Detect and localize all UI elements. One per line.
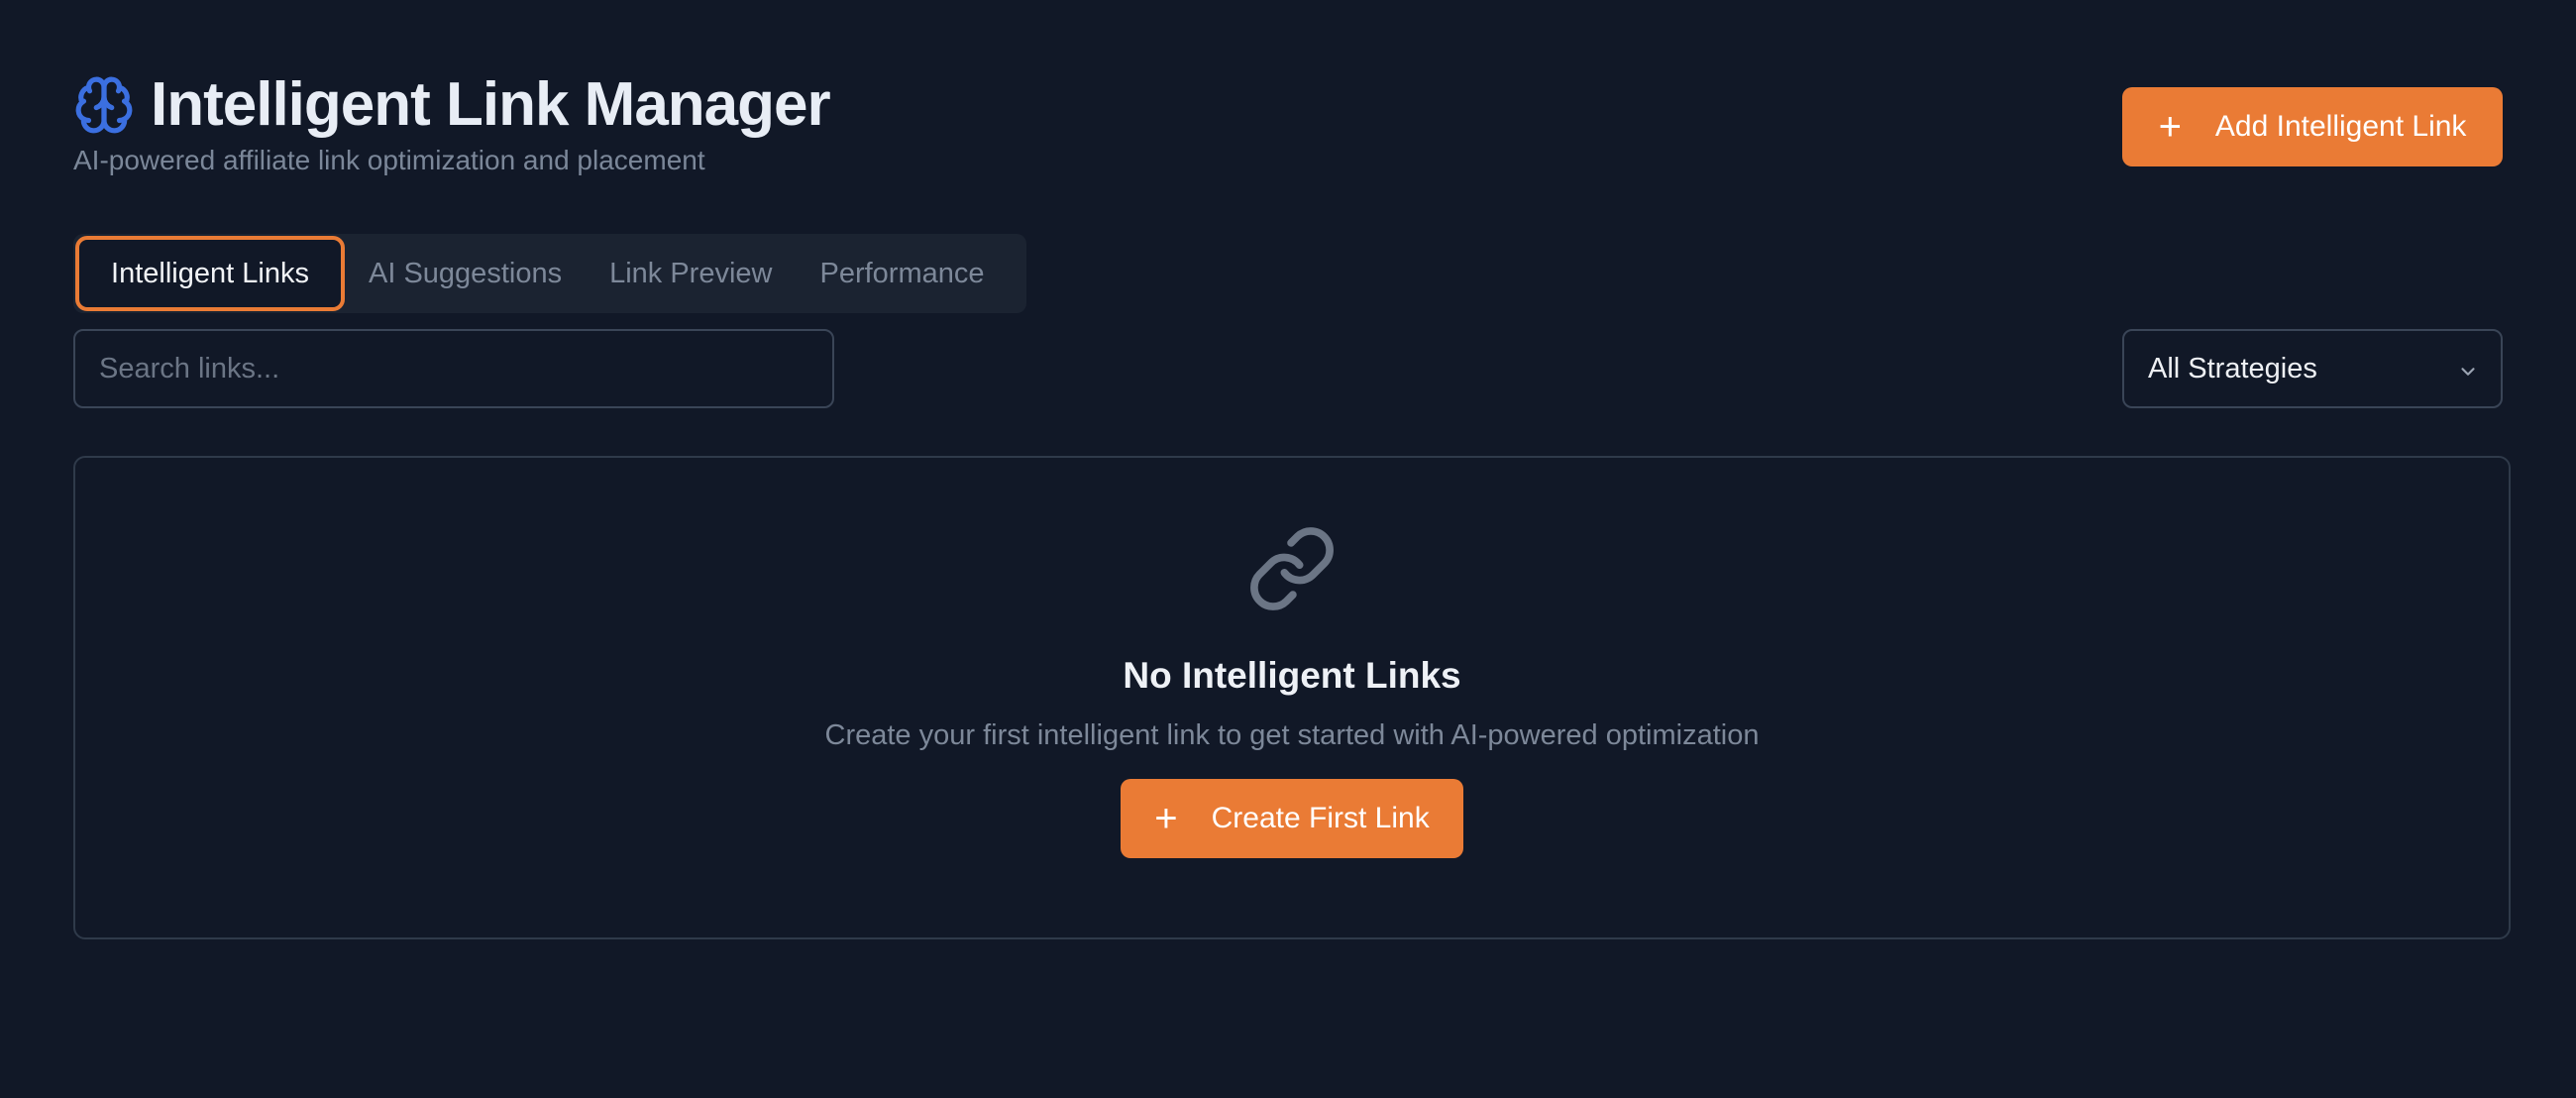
tab-performance[interactable]: Performance bbox=[796, 236, 1008, 311]
chevron-down-icon bbox=[2457, 358, 2479, 380]
strategy-filter-select[interactable]: All Strategies bbox=[2122, 329, 2503, 408]
page-title: Intelligent Link Manager bbox=[151, 70, 831, 139]
plus-icon: + bbox=[1154, 797, 1178, 840]
strategy-filter-value: All Strategies bbox=[2148, 352, 2317, 384]
tab-intelligent-links[interactable]: Intelligent Links bbox=[75, 236, 345, 311]
intelligent-link-manager-page: Intelligent Link Manager AI-powered affi… bbox=[0, 0, 2576, 1098]
empty-state-title: No Intelligent Links bbox=[1123, 655, 1461, 696]
tab-bar: Intelligent Links AI Suggestions Link Pr… bbox=[73, 234, 1026, 313]
add-intelligent-link-label: Add Intelligent Link bbox=[2214, 110, 2467, 143]
link-icon bbox=[1246, 523, 1338, 614]
tab-link-preview[interactable]: Link Preview bbox=[586, 236, 796, 311]
create-first-link-button[interactable]: + Create First Link bbox=[1121, 779, 1463, 858]
brain-icon bbox=[73, 74, 135, 136]
page-header: Intelligent Link Manager AI-powered affi… bbox=[73, 69, 2503, 188]
add-intelligent-link-button[interactable]: + Add Intelligent Link bbox=[2122, 87, 2503, 166]
tab-ai-suggestions[interactable]: AI Suggestions bbox=[345, 236, 586, 311]
create-first-link-label: Create First Link bbox=[1211, 802, 1430, 834]
search-box bbox=[73, 329, 834, 408]
search-input[interactable] bbox=[75, 331, 832, 406]
empty-state-card: No Intelligent Links Create your first i… bbox=[73, 456, 2511, 939]
plus-icon: + bbox=[2158, 105, 2182, 149]
empty-state-description: Create your first intelligent link to ge… bbox=[824, 719, 1760, 751]
